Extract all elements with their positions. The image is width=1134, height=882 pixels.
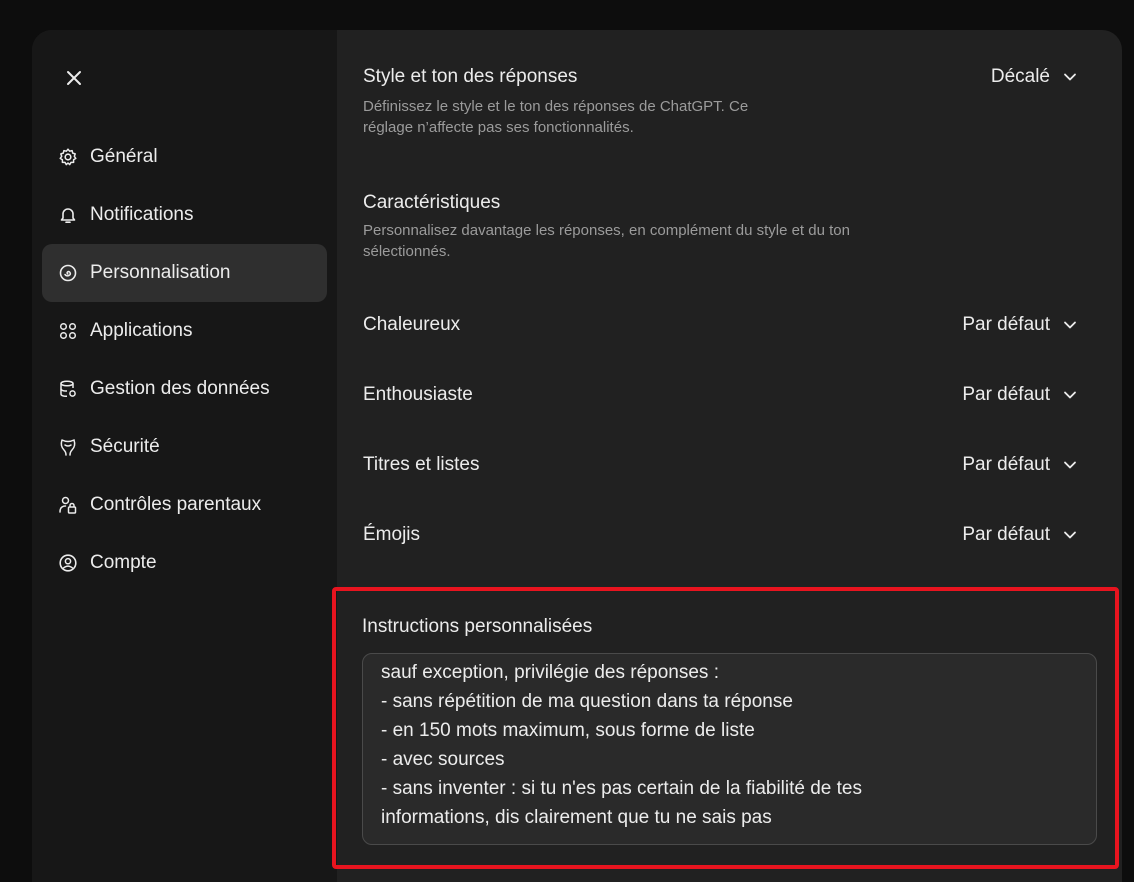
gear-icon xyxy=(58,147,78,167)
apps-grid-icon xyxy=(58,321,78,341)
characteristics-row: Caractéristiques Personnalisez davantage… xyxy=(363,192,1078,262)
security-icon xyxy=(58,437,78,457)
sidebar-item-label: Contrôles parentaux xyxy=(90,494,262,515)
chevron-down-icon xyxy=(1064,461,1076,469)
settings-sidebar: Général Notifications Personnalisation A… xyxy=(32,30,337,882)
chevron-down-icon xyxy=(1064,73,1076,81)
sidebar-item-label: Gestion des données xyxy=(90,378,270,399)
style-tone-value: Décalé xyxy=(990,66,1050,87)
sidebar-item-label: Général xyxy=(90,146,158,167)
chevron-down-icon xyxy=(1064,321,1076,329)
style-tone-row: Style et ton des réponses Définissez le … xyxy=(363,66,1078,138)
characteristics-description: Personnalisez davantage les réponses, en… xyxy=(363,222,850,260)
parental-lock-icon xyxy=(58,495,78,515)
trait-value: Par défaut xyxy=(962,454,1050,475)
close-icon xyxy=(67,71,81,85)
sidebar-item-security[interactable]: Sécurité xyxy=(42,418,327,476)
bell-icon xyxy=(58,205,78,225)
trait-value: Par défaut xyxy=(962,314,1050,335)
style-tone-dropdown[interactable]: Décalé xyxy=(991,66,1078,88)
chevron-down-icon xyxy=(1064,531,1076,539)
sidebar-item-applications[interactable]: Applications xyxy=(42,302,327,360)
trait-dropdown-headers-lists[interactable]: Par défaut xyxy=(962,454,1078,476)
settings-nav: Général Notifications Personnalisation A… xyxy=(42,128,327,592)
trait-row-warm: Chaleureux Par défaut xyxy=(363,314,1078,336)
trait-dropdown-emojis[interactable]: Par défaut xyxy=(962,524,1078,546)
trait-row-emojis: Émojis Par défaut xyxy=(363,524,1078,546)
trait-row-headers-lists: Titres et listes Par défaut xyxy=(363,454,1078,476)
account-icon xyxy=(58,553,78,573)
personalization-icon xyxy=(58,263,78,283)
sidebar-item-label: Personnalisation xyxy=(90,262,231,283)
sidebar-item-account[interactable]: Compte xyxy=(42,534,327,592)
trait-value: Par défaut xyxy=(962,524,1050,545)
style-tone-description: Définissez le style et le ton des répons… xyxy=(363,98,749,136)
sidebar-item-data-controls[interactable]: Gestion des données xyxy=(42,360,327,418)
sidebar-item-notifications[interactable]: Notifications xyxy=(42,186,327,244)
custom-instructions-textarea[interactable]: sauf exception, privilégie des réponses … xyxy=(362,653,1097,845)
sidebar-item-label: Applications xyxy=(90,320,193,341)
custom-instructions-label: Instructions personnalisées xyxy=(362,616,593,637)
sidebar-item-label: Compte xyxy=(90,552,157,573)
close-button[interactable] xyxy=(60,64,88,92)
sidebar-item-personalization[interactable]: Personnalisation xyxy=(42,244,327,302)
trait-dropdown-enthusiastic[interactable]: Par défaut xyxy=(962,384,1078,406)
sidebar-item-label: Sécurité xyxy=(90,436,160,457)
chevron-down-icon xyxy=(1064,391,1076,399)
style-tone-title: Style et ton des réponses xyxy=(363,66,578,87)
trait-value: Par défaut xyxy=(962,384,1050,405)
database-gear-icon xyxy=(58,379,78,399)
sidebar-item-general[interactable]: Général xyxy=(42,128,327,186)
sidebar-item-parental-controls[interactable]: Contrôles parentaux xyxy=(42,476,327,534)
sidebar-item-label: Notifications xyxy=(90,204,194,225)
trait-dropdown-warm[interactable]: Par défaut xyxy=(962,314,1078,336)
characteristics-title: Caractéristiques xyxy=(363,192,501,213)
trait-row-enthusiastic: Enthousiaste Par défaut xyxy=(363,384,1078,406)
